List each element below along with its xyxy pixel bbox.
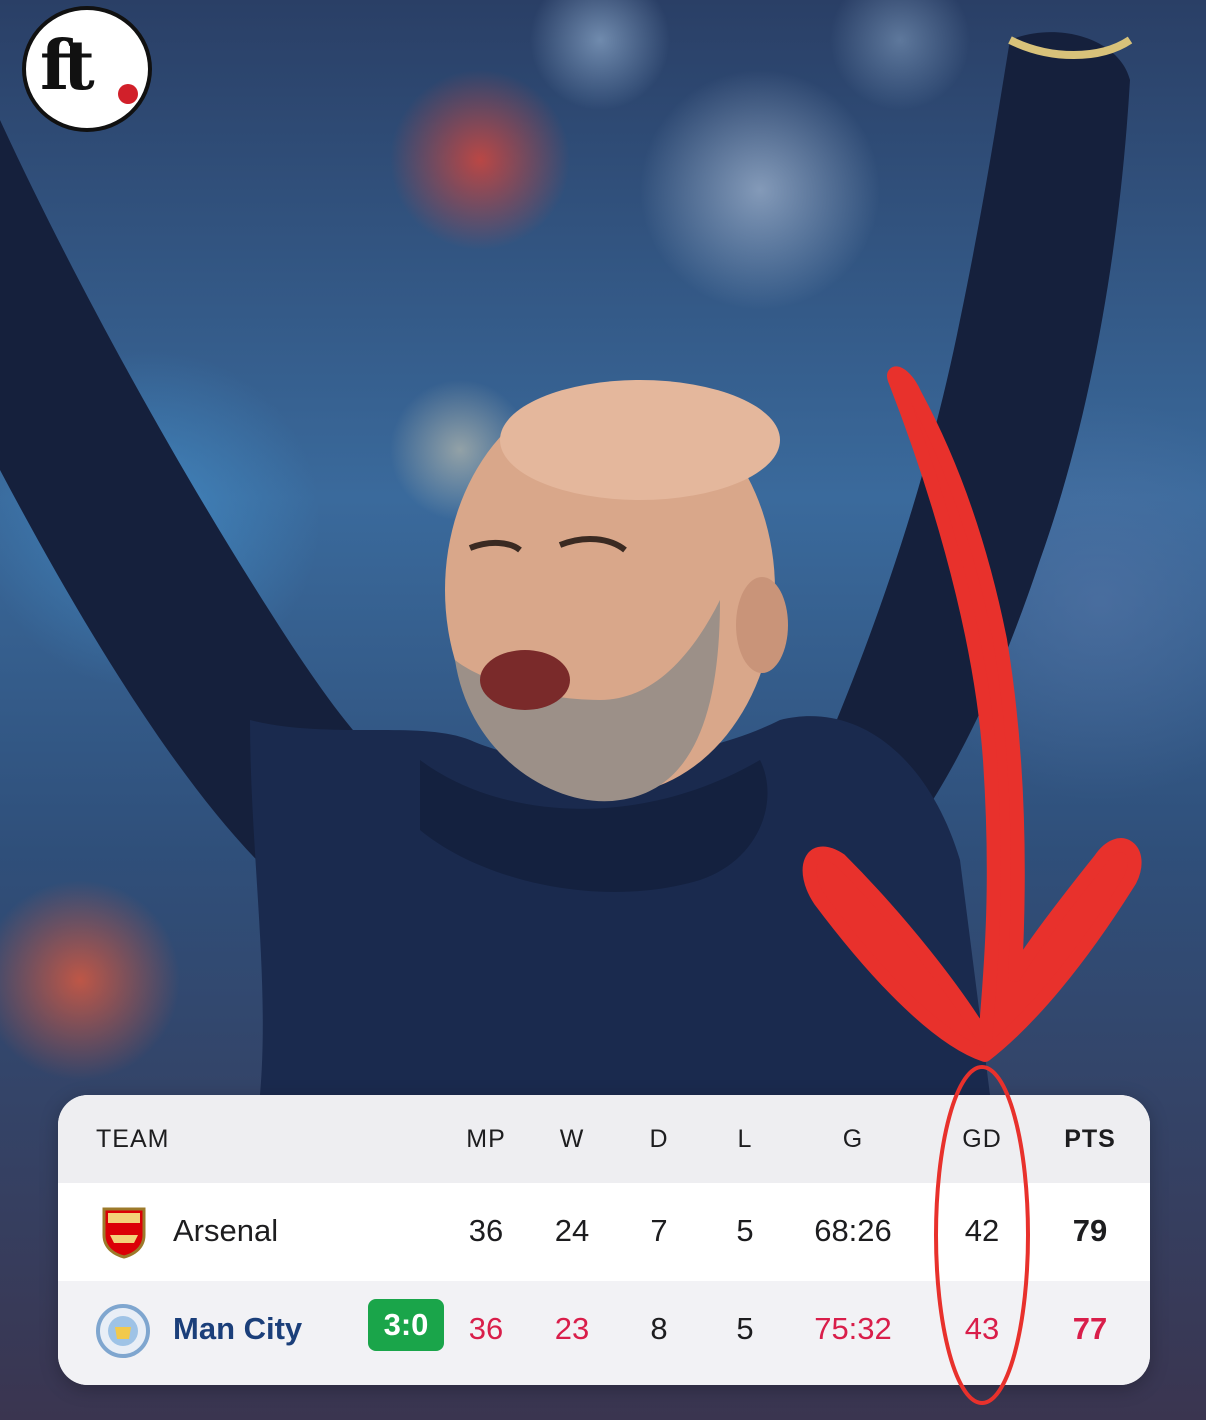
header-l: L bbox=[737, 1125, 753, 1153]
table-row[interactable]: Man City 3:0 36 23 8 5 75:32 43 77 bbox=[58, 1281, 1150, 1385]
cell-mp: 36 bbox=[468, 1213, 504, 1248]
man-city-crest-icon bbox=[96, 1304, 150, 1358]
cell-g: 68:26 bbox=[814, 1213, 892, 1248]
cell-g: 75:32 bbox=[814, 1311, 892, 1346]
header-pts: PTS bbox=[1064, 1125, 1116, 1153]
team-name: Man City bbox=[173, 1311, 303, 1346]
header-gd: GD bbox=[962, 1125, 1002, 1153]
cell-gd: 42 bbox=[964, 1213, 1000, 1248]
cell-gd: 43 bbox=[964, 1311, 1000, 1346]
header-d: D bbox=[649, 1125, 669, 1153]
header-w: W bbox=[559, 1125, 585, 1153]
team-name: Arsenal bbox=[173, 1213, 279, 1248]
cell-pts: 79 bbox=[1072, 1213, 1108, 1248]
cell-d: 8 bbox=[650, 1311, 668, 1346]
cell-d: 7 bbox=[650, 1213, 668, 1248]
cell-pts: 77 bbox=[1072, 1311, 1108, 1346]
cell-w: 23 bbox=[554, 1311, 590, 1346]
cell-l: 5 bbox=[736, 1311, 754, 1346]
header-mp: MP bbox=[466, 1125, 506, 1153]
table-row[interactable]: Arsenal 36 24 7 5 68:26 42 79 bbox=[58, 1183, 1150, 1281]
match-result-badge: 3:0 bbox=[368, 1299, 444, 1351]
header-team: TEAM bbox=[96, 1125, 170, 1153]
standings-table: TEAM MP W D L G GD PTS Arsenal 36 24 7 5… bbox=[58, 1095, 1150, 1385]
arsenal-crest-icon bbox=[102, 1207, 146, 1259]
cell-l: 5 bbox=[736, 1213, 754, 1248]
header-g: G bbox=[842, 1125, 864, 1153]
cell-w: 24 bbox=[554, 1213, 590, 1248]
cell-mp: 36 bbox=[468, 1311, 504, 1346]
table-header: TEAM MP W D L G GD PTS bbox=[58, 1095, 1150, 1183]
